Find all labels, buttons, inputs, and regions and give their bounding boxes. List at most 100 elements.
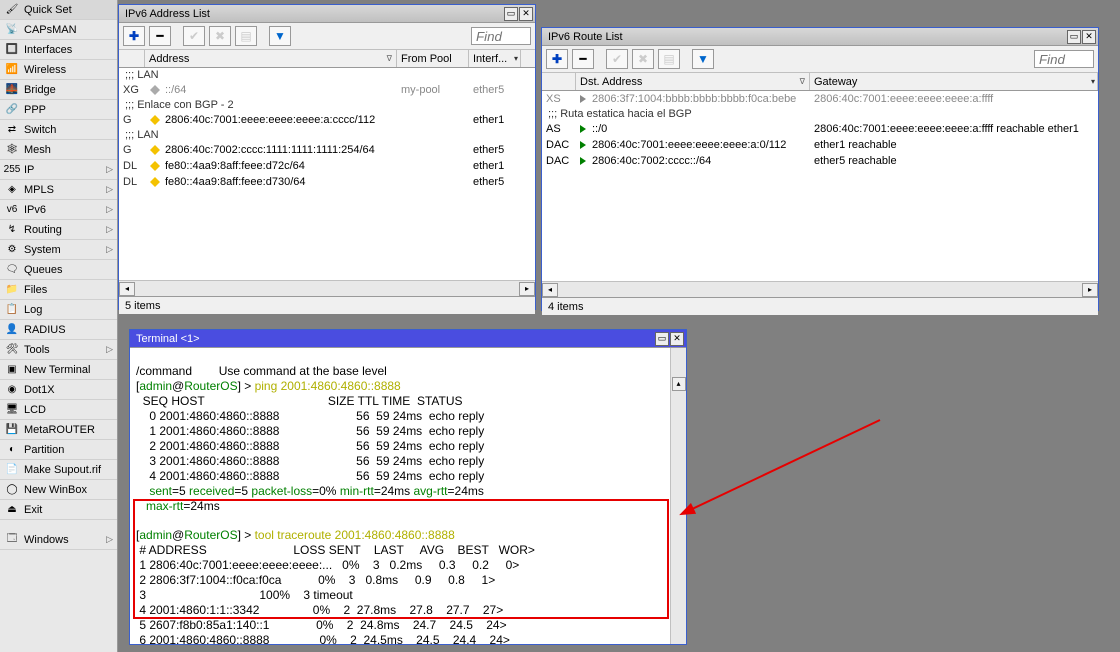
menu-icon: 🌉 — [4, 82, 20, 98]
scroll-left[interactable]: ◂ — [119, 282, 135, 296]
window-titlebar[interactable]: Terminal <1> ▭ ✕ — [130, 330, 686, 348]
intf-cell: ether5 — [469, 176, 521, 188]
table-row[interactable]: XS2806:3f7:1004:bbbb:bbbb:bbbb:f0ca:bebe… — [542, 91, 1098, 107]
filter-button[interactable]: ▼ — [692, 49, 714, 69]
sidebar-label: MPLS — [24, 184, 54, 196]
remove-button[interactable]: ━ — [572, 49, 594, 69]
menu-icon: 📄 — [4, 462, 20, 478]
status-bar: 4 items — [542, 297, 1098, 315]
table-comment: ;;; Enlace con BGP - 2 — [119, 98, 535, 112]
find-input[interactable] — [1034, 50, 1094, 68]
sidebar-item-ppp[interactable]: 🔗PPP — [0, 100, 117, 120]
menu-icon: 255 — [4, 162, 20, 178]
sidebar-item-tools[interactable]: 🛠Tools▷ — [0, 340, 117, 360]
enable-button[interactable]: ✔ — [183, 26, 205, 46]
flag-cell: XG — [119, 84, 145, 96]
sidebar-item-new-terminal[interactable]: ▣New Terminal — [0, 360, 117, 380]
add-button[interactable]: ✚ — [546, 49, 568, 69]
close-button[interactable]: ✕ — [1082, 30, 1096, 44]
sidebar-item-quick-set[interactable]: 🖌Quick Set — [0, 0, 117, 20]
close-button[interactable]: ✕ — [519, 7, 533, 21]
sidebar-item-lcd[interactable]: 🖥LCD — [0, 400, 117, 420]
filter-button[interactable]: ▼ — [269, 26, 291, 46]
sidebar-item-mesh[interactable]: 🕸Mesh — [0, 140, 117, 160]
comment-button[interactable]: ▤ — [658, 49, 680, 69]
menu-icon: 📋 — [4, 302, 20, 318]
sidebar-item-windows[interactable]: 🗔 Windows ▷ — [0, 530, 117, 550]
address-cell: fe80::4aa9:8aff:feee:d72c/64 — [145, 160, 397, 172]
disable-button[interactable]: ✖ — [209, 26, 231, 46]
menu-icon: ◈ — [4, 182, 20, 198]
window-title: IPv6 Address List — [125, 8, 504, 20]
flag-column[interactable] — [119, 50, 145, 67]
table-row[interactable]: DLfe80::4aa9:8aff:feee:d72c/64ether1 — [119, 158, 535, 174]
submenu-indicator: ▷ — [106, 184, 113, 195]
remove-button[interactable]: ━ — [149, 26, 171, 46]
sidebar-item-routing[interactable]: ↯Routing▷ — [0, 220, 117, 240]
sidebar-item-exit[interactable]: ⏏Exit — [0, 500, 117, 520]
minimize-button[interactable]: ▭ — [504, 7, 518, 21]
sidebar-item-queues[interactable]: 🗨Queues — [0, 260, 117, 280]
flag-column[interactable] — [542, 73, 576, 90]
window-titlebar[interactable]: IPv6 Route List ▭ ✕ — [542, 28, 1098, 46]
scroll-right[interactable]: ▸ — [519, 282, 535, 296]
intf-cell: ether1 — [469, 114, 521, 126]
sidebar-item-wireless[interactable]: 📶Wireless — [0, 60, 117, 80]
comment-button[interactable]: ▤ — [235, 26, 257, 46]
sidebar-item-bridge[interactable]: 🌉Bridge — [0, 80, 117, 100]
dst-cell: 2806:3f7:1004:bbbb:bbbb:bbbb:f0ca:bebe — [576, 93, 810, 105]
sidebar-label: Exit — [24, 504, 42, 516]
table-row[interactable]: DAC2806:40c:7002:cccc::/64ether5 reachab… — [542, 153, 1098, 169]
sidebar-item-capsman[interactable]: 📡CAPsMAN — [0, 20, 117, 40]
interface-column[interactable]: Interf...▾ — [469, 50, 521, 67]
sidebar-item-interfaces[interactable]: 🔲Interfaces — [0, 40, 117, 60]
minimize-button[interactable]: ▭ — [655, 332, 669, 346]
route-icon — [580, 157, 586, 165]
v-scrollbar[interactable]: ▴ ▾ — [670, 348, 686, 644]
h-scrollbar[interactable]: ◂ ▸ — [119, 280, 535, 296]
table-row[interactable]: G2806:40c:7002:cccc:1111:1111:1111:254/6… — [119, 142, 535, 158]
sidebar-item-dot1x[interactable]: ◉ Dot1X — [0, 380, 117, 400]
menu-icon: ◯ — [4, 482, 20, 498]
add-button[interactable]: ✚ — [123, 26, 145, 46]
sidebar-label: Dot1X — [24, 384, 55, 396]
find-input[interactable] — [471, 27, 531, 45]
sidebar-item-system[interactable]: ⚙System▷ — [0, 240, 117, 260]
sidebar-item-mpls[interactable]: ◈ MPLS ▷ — [0, 180, 117, 200]
sidebar-item-metarouter[interactable]: 💾MetaROUTER — [0, 420, 117, 440]
table-row[interactable]: DAC2806:40c:7001:eeee:eeee:eeee:a:0/112e… — [542, 137, 1098, 153]
sidebar-label: PPP — [24, 104, 46, 116]
close-button[interactable]: ✕ — [670, 332, 684, 346]
terminal-output[interactable]: /command Use command at the base level [… — [130, 348, 686, 644]
disable-button[interactable]: ✖ — [632, 49, 654, 69]
pool-column[interactable]: From Pool — [397, 50, 469, 67]
scroll-up[interactable]: ▴ — [672, 377, 686, 391]
dst-column[interactable]: Dst. Address∇ — [576, 73, 810, 90]
h-scrollbar[interactable]: ◂ ▸ — [542, 281, 1098, 297]
menu-icon: ◐ — [4, 442, 20, 458]
scroll-right[interactable]: ▸ — [1082, 283, 1098, 297]
sidebar-item-switch[interactable]: ⇄Switch — [0, 120, 117, 140]
window-titlebar[interactable]: IPv6 Address List ▭ ✕ — [119, 5, 535, 23]
minimize-button[interactable]: ▭ — [1067, 30, 1081, 44]
address-column[interactable]: Address∇ — [145, 50, 397, 67]
enable-button[interactable]: ✔ — [606, 49, 628, 69]
dst-cell: 2806:40c:7002:cccc::/64 — [576, 155, 810, 167]
sidebar-item-ip[interactable]: 255IP▷ — [0, 160, 117, 180]
table-header: Address∇ From Pool Interf...▾ — [119, 50, 535, 68]
sidebar-item-partition[interactable]: ◐Partition — [0, 440, 117, 460]
sidebar-item-files[interactable]: 📁Files — [0, 280, 117, 300]
sidebar-item-ipv6[interactable]: v6IPv6▷ — [0, 200, 117, 220]
scroll-left[interactable]: ◂ — [542, 283, 558, 297]
sidebar-item-make-supout.rif[interactable]: 📄Make Supout.rif — [0, 460, 117, 480]
sidebar-item-radius[interactable]: 👤RADIUS — [0, 320, 117, 340]
sidebar-item-new-winbox[interactable]: ◯New WinBox — [0, 480, 117, 500]
table-row[interactable]: G2806:40c:7001:eeee:eeee:eeee:a:cccc/112… — [119, 112, 535, 128]
table-row[interactable]: XG::/64my-poolether5 — [119, 82, 535, 98]
menu-icon: ◉ — [4, 382, 20, 398]
table-row[interactable]: DLfe80::4aa9:8aff:feee:d730/64ether5 — [119, 174, 535, 190]
sidebar-item-log[interactable]: 📋Log — [0, 300, 117, 320]
table-row[interactable]: AS::/02806:40c:7001:eeee:eeee:eeee:a:fff… — [542, 121, 1098, 137]
table-comment: ;;; Ruta estatica hacia el BGP — [542, 107, 1098, 121]
gateway-column[interactable]: Gateway▾ — [810, 73, 1098, 90]
